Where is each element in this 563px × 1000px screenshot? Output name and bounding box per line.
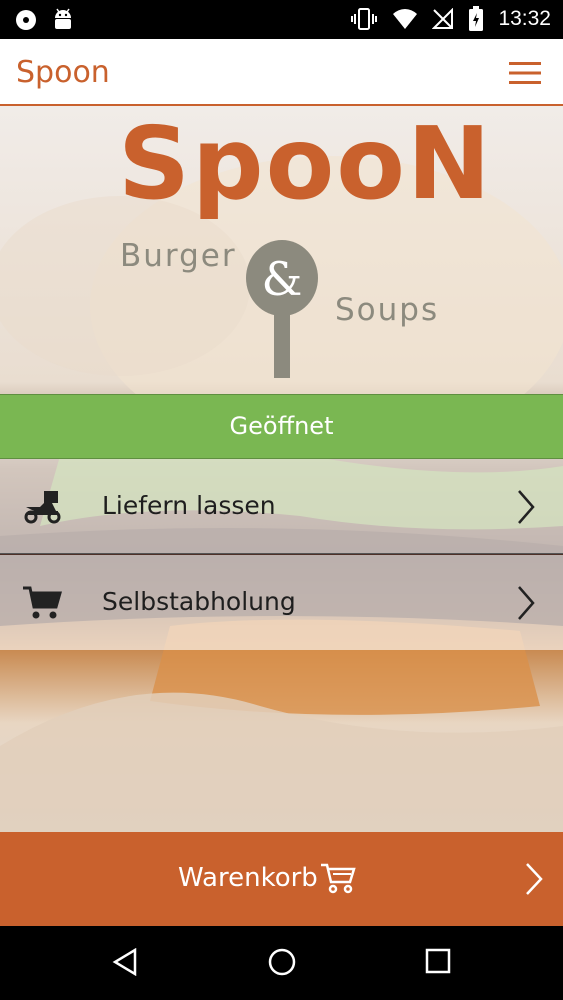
system-nav-bar (0, 926, 563, 1000)
delivery-scooter-icon (24, 491, 61, 524)
open-status-banner: Geöffnet (0, 394, 563, 459)
home-icon[interactable] (268, 948, 296, 976)
logo: SpooN Burger & Soups (0, 106, 563, 394)
cart-button[interactable]: Warenkorb (0, 832, 563, 926)
shopping-cart-icon (23, 586, 62, 619)
recents-icon[interactable] (425, 948, 451, 974)
option-delivery[interactable]: Liefern lassen (0, 459, 563, 554)
hamburger-menu-icon[interactable] (509, 61, 541, 85)
cart-chevron-right-icon (526, 863, 543, 895)
cart-label: Warenkorb (178, 863, 318, 893)
chevron-right-icon (518, 490, 535, 524)
cart-outline-icon (321, 863, 356, 894)
status-bar: 13:32 (0, 0, 563, 39)
main-content: SpooN Burger & Soups Geöffnet Liefern la… (0, 106, 563, 832)
back-icon[interactable] (112, 948, 138, 976)
android-icon (55, 8, 71, 29)
logo-ampersand: & (262, 252, 303, 306)
status-left-icons (14, 8, 74, 32)
app-bar: Spoon (0, 39, 563, 106)
option-delivery-label: Liefern lassen (102, 491, 276, 520)
status-time: 13:32 (498, 7, 551, 30)
no-signal-icon (432, 8, 454, 29)
option-pickup-label: Selbstabholung (102, 587, 296, 616)
wifi-icon (393, 9, 418, 29)
spoon-icon: & (246, 240, 318, 378)
app-title: Spoon (16, 55, 110, 90)
logo-burger-text: Burger (120, 238, 237, 274)
battery-charging-icon (469, 6, 484, 31)
disc-icon (16, 10, 36, 30)
chevron-right-icon (518, 586, 535, 620)
option-pickup[interactable]: Selbstabholung (0, 555, 563, 650)
vibrate-icon (351, 8, 378, 30)
logo-brand: SpooN (118, 106, 493, 222)
logo-soups-text: Soups (335, 292, 440, 328)
status-right-icons: 13:32 (350, 6, 551, 32)
